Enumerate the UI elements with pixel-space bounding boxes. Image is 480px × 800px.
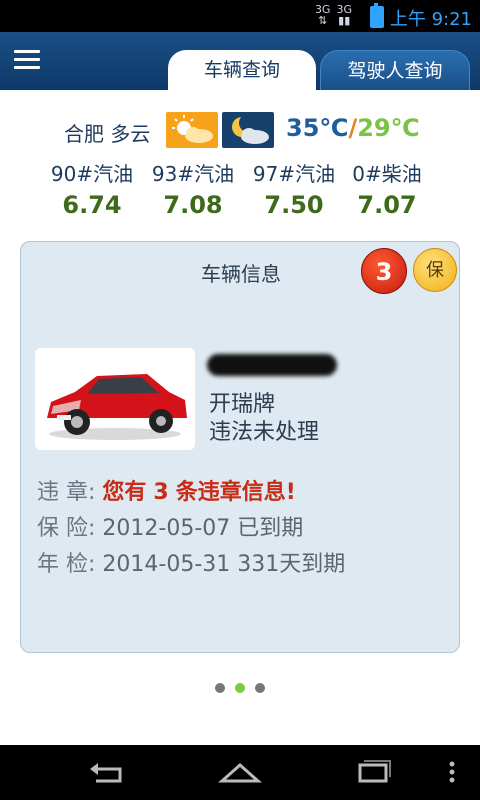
temperature-range: 35℃/29℃: [286, 114, 420, 142]
violation-prefix: 您有: [102, 480, 147, 505]
app-bar: 车辆查询 驾驶人查询: [0, 32, 480, 90]
system-nav-bar: [0, 745, 480, 800]
menu-icon[interactable]: [14, 50, 40, 70]
sun-cloud-icon: [166, 112, 218, 148]
temp-separator: /: [348, 114, 358, 142]
fuel-price: 7.07: [357, 191, 417, 219]
moon-cloud-icon: [222, 112, 274, 148]
back-icon[interactable]: [86, 757, 130, 787]
violation-count-badge[interactable]: 3: [361, 248, 407, 294]
network-indicators: 3G ⇅ 3G ▮▮: [315, 4, 352, 26]
insurance-label: 保 险:: [37, 516, 96, 541]
weather-row: 合肥 多云 35℃/29℃: [0, 112, 480, 152]
violation-row[interactable]: 违 章: 您有 3 条违章信息!: [37, 474, 296, 506]
page-dot[interactable]: [215, 683, 225, 693]
fuel-item-93: 93#汽油 7.08: [138, 158, 248, 219]
violation-label: 违 章:: [37, 480, 96, 505]
tab-vehicle-query[interactable]: 车辆查询: [168, 50, 316, 90]
fuel-item-diesel: 0#柴油 7.07: [332, 158, 442, 219]
page-dot-active[interactable]: [235, 683, 245, 693]
insurance-badge[interactable]: 保: [413, 248, 457, 292]
page-indicator: [215, 683, 265, 693]
home-icon[interactable]: [218, 757, 262, 787]
violation-suffix: 条违章信息!: [175, 480, 296, 505]
inspection-row: 年 检: 2014-05-31 331天到期: [37, 546, 345, 578]
battery-icon: [370, 3, 384, 28]
fuel-name: 90#汽油: [50, 162, 134, 186]
car-image: [35, 348, 195, 450]
temp-high: 35℃: [286, 114, 349, 142]
insurance-row: 保 险: 2012-05-07 已到期: [37, 510, 303, 542]
insurance-value: 2012-05-07 已到期: [102, 516, 304, 541]
page-dot[interactable]: [255, 683, 265, 693]
city-name: 合肥: [64, 122, 104, 146]
fuel-prices: 90#汽油 6.74 93#汽油 7.08 97#汽油 7.50 0#柴油 7.…: [0, 158, 480, 222]
temp-low: 29℃: [357, 114, 420, 142]
fuel-item-90: 90#汽油 6.74: [37, 158, 147, 219]
vehicle-info-card[interactable]: 车辆信息 3 保 开瑞牌 违法未处理 违 章: 您有 3 条违章信息! 保 险:…: [20, 241, 460, 653]
inspection-value: 2014-05-31 331天到期: [102, 552, 346, 577]
recent-apps-icon[interactable]: [352, 757, 396, 787]
clock: 上午 9:21: [389, 9, 472, 30]
tab-driver-query[interactable]: 驾驶人查询: [320, 50, 470, 90]
weather-condition: 多云: [110, 122, 151, 146]
violation-count: 3: [153, 480, 169, 505]
overflow-menu-icon[interactable]: [440, 757, 464, 787]
car-status: 违法未处理: [209, 420, 320, 445]
fuel-price: 7.08: [163, 191, 223, 219]
fuel-name: 93#汽油: [151, 162, 235, 186]
fuel-name: 0#柴油: [352, 162, 422, 186]
fuel-price: 6.74: [62, 191, 122, 219]
status-bar: 3G ⇅ 3G ▮▮ 上午 9:21: [0, 0, 480, 32]
license-plate-redacted: [207, 354, 337, 376]
network-3g-signal-icon: 3G ▮▮: [336, 3, 352, 27]
inspection-label: 年 检:: [37, 552, 96, 577]
network-3g-icon: 3G ⇅: [314, 3, 331, 27]
weather-location: 合肥 多云: [64, 118, 150, 147]
